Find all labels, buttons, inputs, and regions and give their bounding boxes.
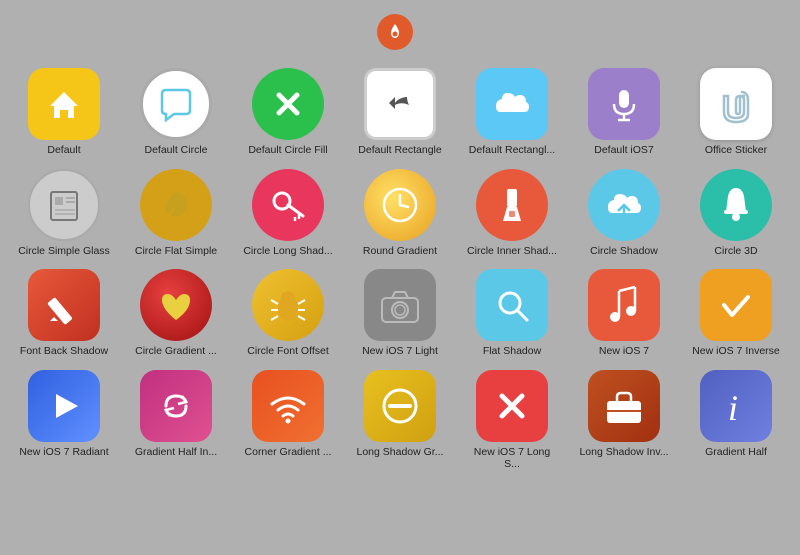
- header: [0, 0, 800, 60]
- icon-cell-default[interactable]: Default: [10, 64, 118, 161]
- icon-cell-gradient-half[interactable]: i Gradient Half: [682, 366, 790, 475]
- icon-cell-default-circle-fill[interactable]: Default Circle Fill: [234, 64, 342, 161]
- icon-cell-long-shadow-inv[interactable]: Long Shadow Inv...: [570, 366, 678, 475]
- icon-img-circle-inner-shadow: [476, 169, 548, 241]
- icon-label-circle-long-shadow: Circle Long Shad...: [243, 245, 332, 258]
- icon-img-flat-shadow: [476, 269, 548, 341]
- icon-img-new-ios7-light: [364, 269, 436, 341]
- icon-img-default: [28, 68, 100, 140]
- icon-label-new-ios7-light: New iOS 7 Light: [362, 345, 438, 358]
- icon-label-circle-simple-glass: Circle Simple Glass: [18, 245, 110, 258]
- icon-label-round-gradient: Round Gradient: [363, 245, 437, 258]
- icon-cell-circle-3d[interactable]: Circle 3D: [682, 165, 790, 262]
- icon-img-default-circle: [140, 68, 212, 140]
- icon-img-default-rectangle2: [476, 68, 548, 140]
- icon-label-gradient-half-in: Gradient Half In...: [135, 446, 217, 459]
- icon-img-new-ios7-long: [476, 370, 548, 442]
- icon-cell-new-ios7-long[interactable]: New iOS 7 Long S...: [458, 366, 566, 475]
- icon-label-circle-font-offset: Circle Font Offset: [247, 345, 329, 358]
- icon-img-circle-3d: [700, 169, 772, 241]
- icon-cell-new-ios7-light[interactable]: New iOS 7 Light: [346, 265, 454, 362]
- icon-label-default-circle-fill: Default Circle Fill: [248, 144, 327, 157]
- icon-label-new-ios7: New iOS 7: [599, 345, 649, 358]
- icon-cell-long-shadow-gr[interactable]: Long Shadow Gr...: [346, 366, 454, 475]
- icon-img-corner-gradient: [252, 370, 324, 442]
- icon-img-round-gradient: [364, 169, 436, 241]
- icon-cell-circle-simple-glass[interactable]: Circle Simple Glass: [10, 165, 118, 262]
- icon-cell-default-rectangle2[interactable]: Default Rectangl...: [458, 64, 566, 161]
- icon-label-default-rectangle2: Default Rectangl...: [469, 144, 555, 157]
- icon-cell-default-rectangle[interactable]: Default Rectangle: [346, 64, 454, 161]
- icon-img-circle-font-offset: [252, 269, 324, 341]
- icon-cell-new-ios7-inverse[interactable]: New iOS 7 Inverse: [682, 265, 790, 362]
- icon-img-long-shadow-inv: [588, 370, 660, 442]
- icon-label-new-ios7-long: New iOS 7 Long S...: [465, 446, 560, 471]
- icon-img-gradient-half-in: [140, 370, 212, 442]
- icon-label-default: Default: [47, 144, 80, 157]
- icon-img-circle-shadow: [588, 169, 660, 241]
- icon-label-circle-3d: Circle 3D: [714, 245, 757, 258]
- icon-cell-circle-font-offset[interactable]: Circle Font Offset: [234, 265, 342, 362]
- icon-cell-circle-shadow[interactable]: Circle Shadow: [570, 165, 678, 262]
- icon-label-new-ios7-radiant: New iOS 7 Radiant: [19, 446, 108, 459]
- icon-img-default-ios7: [588, 68, 660, 140]
- icon-label-circle-flat-simple: Circle Flat Simple: [135, 245, 217, 258]
- icon-img-office-sticker: [700, 68, 772, 140]
- icon-img-gradient-half: i: [700, 370, 772, 442]
- icon-img-new-ios7-inverse: [700, 269, 772, 341]
- icon-label-default-ios7: Default iOS7: [594, 144, 654, 157]
- icon-img-circle-gradient: [140, 269, 212, 341]
- icon-label-circle-shadow: Circle Shadow: [590, 245, 658, 258]
- icon-cell-default-circle[interactable]: Default Circle: [122, 64, 230, 161]
- icon-img-default-circle-fill: [252, 68, 324, 140]
- icon-img-font-back-shadow: [28, 269, 100, 341]
- icon-label-circle-gradient: Circle Gradient ...: [135, 345, 217, 358]
- icon-img-new-ios7: [588, 269, 660, 341]
- icon-label-flat-shadow: Flat Shadow: [483, 345, 541, 358]
- icon-label-gradient-half: Gradient Half: [705, 446, 767, 459]
- header-icon: [377, 14, 413, 50]
- icon-label-office-sticker: Office Sticker: [705, 144, 767, 157]
- icon-cell-flat-shadow[interactable]: Flat Shadow: [458, 265, 566, 362]
- icon-img-long-shadow-gr: [364, 370, 436, 442]
- icon-label-font-back-shadow: Font Back Shadow: [20, 345, 108, 358]
- icon-cell-circle-inner-shadow[interactable]: Circle Inner Shad...: [458, 165, 566, 262]
- icon-cell-circle-gradient[interactable]: Circle Gradient ...: [122, 265, 230, 362]
- svg-text:i: i: [728, 388, 738, 428]
- icon-cell-new-ios7[interactable]: New iOS 7: [570, 265, 678, 362]
- icon-cell-default-ios7[interactable]: Default iOS7: [570, 64, 678, 161]
- icon-cell-gradient-half-in[interactable]: Gradient Half In...: [122, 366, 230, 475]
- icon-label-corner-gradient: Corner Gradient ...: [245, 446, 332, 459]
- icon-label-long-shadow-inv: Long Shadow Inv...: [579, 446, 668, 459]
- icon-img-circle-simple-glass: [28, 169, 100, 241]
- icon-cell-office-sticker[interactable]: Office Sticker: [682, 64, 790, 161]
- icon-label-default-rectangle: Default Rectangle: [358, 144, 441, 157]
- icon-grid: Default Default Circle Default Circle Fill…: [0, 60, 800, 483]
- icon-img-default-rectangle: [364, 68, 436, 140]
- icon-cell-round-gradient[interactable]: Round Gradient: [346, 165, 454, 262]
- icon-img-circle-long-shadow: [252, 169, 324, 241]
- icon-cell-circle-long-shadow[interactable]: Circle Long Shad...: [234, 165, 342, 262]
- icon-img-circle-flat-simple: [140, 169, 212, 241]
- icon-label-circle-inner-shadow: Circle Inner Shad...: [467, 245, 557, 258]
- icon-cell-font-back-shadow[interactable]: Font Back Shadow: [10, 265, 118, 362]
- icon-label-new-ios7-inverse: New iOS 7 Inverse: [692, 345, 780, 358]
- icon-img-new-ios7-radiant: [28, 370, 100, 442]
- icon-cell-corner-gradient[interactable]: Corner Gradient ...: [234, 366, 342, 475]
- icon-label-default-circle: Default Circle: [144, 144, 207, 157]
- icon-cell-circle-flat-simple[interactable]: Circle Flat Simple: [122, 165, 230, 262]
- icon-label-long-shadow-gr: Long Shadow Gr...: [357, 446, 444, 459]
- icon-cell-new-ios7-radiant[interactable]: New iOS 7 Radiant: [10, 366, 118, 475]
